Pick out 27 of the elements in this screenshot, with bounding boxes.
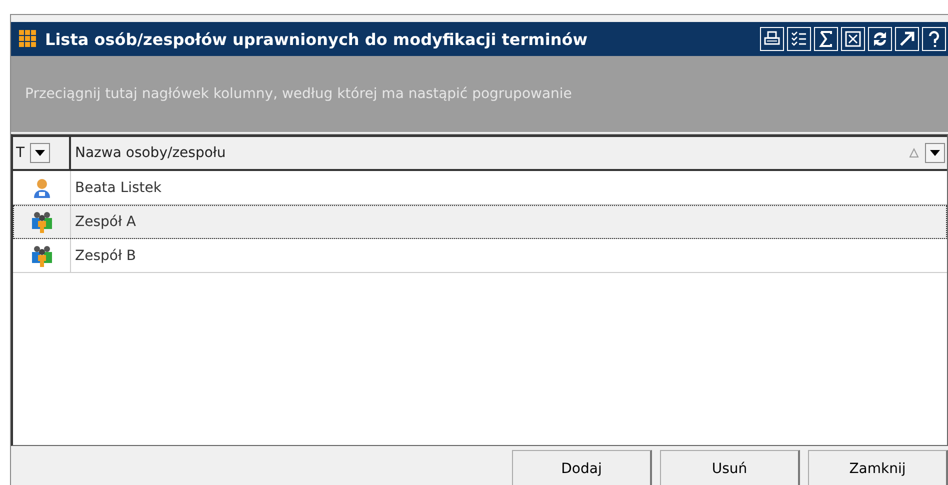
toolbar-button[interactable] [868, 27, 892, 51]
export-icon [843, 29, 863, 49]
help-button[interactable] [922, 27, 946, 51]
table-cell: Zespół B [75, 248, 136, 264]
toolbar-button[interactable] [787, 27, 811, 51]
table-row[interactable]: Zespół A [13, 205, 947, 239]
group-icon [30, 244, 52, 266]
filter-dropdown-button[interactable] [30, 143, 50, 163]
toolbar-button[interactable] [841, 27, 865, 51]
column-header[interactable]: Nazwa osoby/zespołu [71, 137, 947, 169]
dialog-button[interactable]: Zamknij [808, 450, 948, 485]
group-panel-hint: Przeciągnij tutaj nagłówek kolumny, według której ma nastąpić pogrupowanie [25, 86, 572, 102]
dialog-button[interactable]: Usuń [660, 450, 800, 485]
table-cell: Beata Listek [75, 180, 162, 196]
group-icon [30, 210, 52, 232]
grid-icon [19, 30, 37, 48]
toolbar-button[interactable] [895, 27, 919, 51]
window-title: Lista osób/zespołów uprawnionych do modyfikacji terminów [45, 30, 588, 48]
column-header[interactable]: T [13, 137, 71, 169]
caret-icon [930, 150, 940, 156]
table-cell: Zespół A [75, 214, 136, 230]
filter-dropdown-button[interactable] [925, 143, 945, 163]
table-row[interactable]: Zespół B [13, 239, 947, 273]
caret-icon [35, 150, 45, 156]
toolbar-button[interactable] [760, 27, 784, 51]
dialog-button[interactable]: Dodaj [512, 450, 652, 485]
toolbar-button[interactable] [814, 27, 838, 51]
